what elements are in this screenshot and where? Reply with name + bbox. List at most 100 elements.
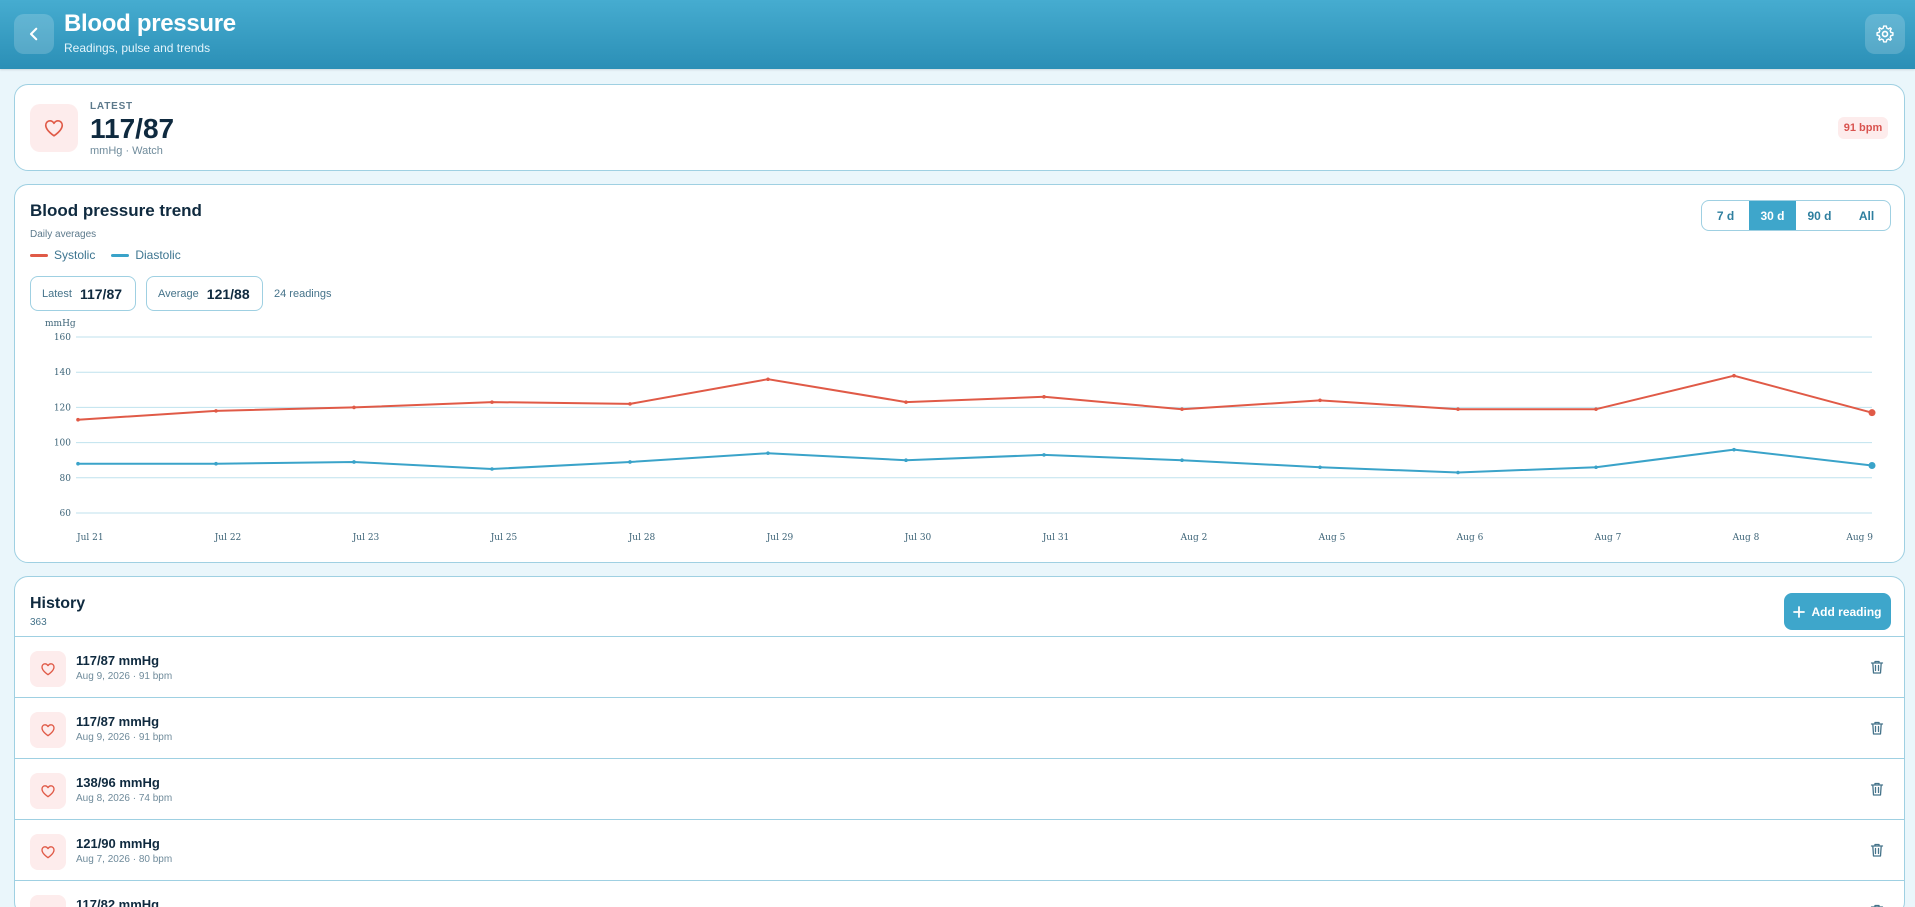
average-stat-label: Average: [158, 287, 199, 300]
gear-icon: [1876, 25, 1894, 43]
row-reading: 121/90 mmHg: [76, 836, 160, 851]
systolic-point: [1732, 373, 1736, 378]
row-heart-badge: [30, 895, 66, 907]
latest-stat-pill: Latest 117/87: [30, 276, 136, 311]
row-heart-badge: [30, 651, 66, 687]
diastolic-point: [766, 451, 770, 455]
x-tick-label: Aug 7: [1594, 533, 1622, 543]
average-stat-value: 121/88: [206, 285, 250, 302]
legend-diastolic: Diastolic: [111, 248, 181, 262]
row-detail: Aug 8, 2026 · 74 bpm: [76, 793, 173, 804]
trash-icon: [1870, 904, 1884, 907]
row-reading: 117/87 mmHg: [76, 653, 160, 668]
readings-count: 24 readings: [274, 288, 332, 300]
systolic-point: [1318, 398, 1322, 403]
trash-icon: [1870, 843, 1884, 857]
diastolic-point: [1868, 461, 1876, 469]
x-tick-label: Aug 5: [1318, 533, 1346, 543]
diastolic-point: [1456, 470, 1460, 475]
delete-reading-button[interactable]: [1869, 781, 1885, 797]
y-tick-label: 120: [54, 403, 71, 413]
diastolic-point: [1594, 465, 1598, 470]
systolic-point: [766, 377, 770, 382]
history-row[interactable]: 117/82 mmHg: [15, 880, 1904, 907]
y-tick-label: 80: [60, 474, 72, 484]
delete-reading-button[interactable]: [1869, 659, 1885, 675]
heart-icon: [41, 663, 55, 676]
delete-reading-button[interactable]: [1869, 903, 1885, 907]
diastolic-point: [352, 460, 356, 464]
delete-reading-button[interactable]: [1869, 842, 1885, 858]
history-row[interactable]: 117/87 mmHg Aug 9, 2026 · 91 bpm: [15, 697, 1904, 758]
range-7d-button[interactable]: 7 d: [1702, 201, 1749, 230]
diastolic-line: [78, 448, 1873, 474]
range-all-button[interactable]: All: [1843, 201, 1890, 230]
history-count: 363: [30, 617, 47, 628]
systolic-point: [1868, 409, 1876, 417]
trend-card: mmHg 60 80 100 120 140 160 Jul 21 Jul 22 Jul 23 Ju…: [14, 184, 1905, 563]
x-tick-label: Jul 21: [76, 533, 104, 543]
y-tick-label: 100: [54, 439, 71, 449]
range-30d-button[interactable]: 30 d: [1749, 201, 1796, 230]
systolic-point: [1594, 407, 1598, 411]
history-row[interactable]: 121/90 mmHg Aug 7, 2026 · 80 bpm: [15, 819, 1904, 880]
x-tick-label: Aug 6: [1456, 533, 1484, 543]
page-title: Blood pressure: [64, 10, 236, 37]
systolic-point: [214, 409, 218, 413]
latest-stat-label: Latest: [42, 287, 72, 300]
systolic-point: [76, 417, 80, 422]
row-detail: Aug 7, 2026 · 80 bpm: [76, 854, 173, 865]
systolic-point: [628, 402, 632, 406]
trash-icon: [1870, 782, 1884, 796]
systolic-point: [490, 400, 494, 404]
diastolic-point: [76, 461, 80, 466]
x-tick-label: Jul 22: [214, 533, 242, 543]
x-tick-label: Jul 23: [352, 533, 380, 543]
x-tick-label: Aug 8: [1732, 533, 1760, 543]
latest-reading-card: LATEST 117/87 mmHg · Watch 91 bpm: [14, 84, 1905, 171]
diastolic-point: [1042, 453, 1046, 457]
plus-icon: [1793, 605, 1806, 618]
range-90d-button[interactable]: 90 d: [1796, 201, 1843, 230]
x-tick-label: Jul 28: [628, 533, 656, 543]
heart-icon: [41, 785, 55, 798]
app-header: Blood pressure Readings, pulse and trend…: [0, 0, 1915, 69]
pulse-badge: 91 bpm: [1838, 117, 1888, 139]
delete-reading-button[interactable]: [1869, 720, 1885, 736]
row-heart-badge: [30, 834, 66, 870]
page-subtitle: Readings, pulse and trends: [64, 41, 211, 55]
row-detail: Aug 9, 2026 · 91 bpm: [76, 732, 173, 743]
x-tick-label: Aug 9: [1845, 533, 1873, 543]
row-detail: Aug 9, 2026 · 91 bpm: [76, 671, 173, 682]
add-reading-button[interactable]: Add reading: [1784, 593, 1891, 630]
latest-value: 117/87: [90, 113, 175, 144]
legend-systolic-label: Systolic: [54, 248, 96, 262]
diastolic-point: [1732, 447, 1736, 452]
diastolic-point: [628, 460, 632, 464]
latest-stat-value: 117/87: [79, 285, 123, 302]
history-row[interactable]: 138/96 mmHg Aug 8, 2026 · 74 bpm: [15, 758, 1904, 819]
y-tick-label: 160: [54, 333, 71, 343]
row-reading: 138/96 mmHg: [76, 775, 160, 790]
x-tick-label: Jul 31: [1042, 533, 1070, 543]
systolic-point: [904, 400, 908, 404]
settings-button[interactable]: [1865, 14, 1905, 54]
back-button[interactable]: [14, 14, 54, 54]
row-reading: 117/82 mmHg: [76, 897, 160, 907]
systolic-line: [77, 374, 1873, 421]
chevron-left-icon: [29, 27, 38, 41]
history-row[interactable]: 117/87 mmHg Aug 9, 2026 · 91 bpm: [15, 636, 1904, 697]
x-tick-label: Aug 2: [1180, 533, 1208, 543]
systolic-point: [1042, 395, 1046, 399]
legend-diastolic-label: Diastolic: [135, 248, 181, 262]
legend-systolic: Systolic: [30, 248, 95, 262]
legend-systolic-swatch: [30, 253, 48, 257]
x-tick-label: Jul 25: [490, 533, 518, 543]
diastolic-point: [1180, 458, 1184, 463]
latest-label: LATEST: [90, 101, 133, 112]
latest-heart-badge: [30, 104, 78, 152]
systolic-point: [1180, 407, 1184, 411]
systolic-point: [1456, 407, 1460, 411]
heart-icon: [44, 120, 64, 137]
row-reading: 117/87 mmHg: [76, 714, 160, 729]
